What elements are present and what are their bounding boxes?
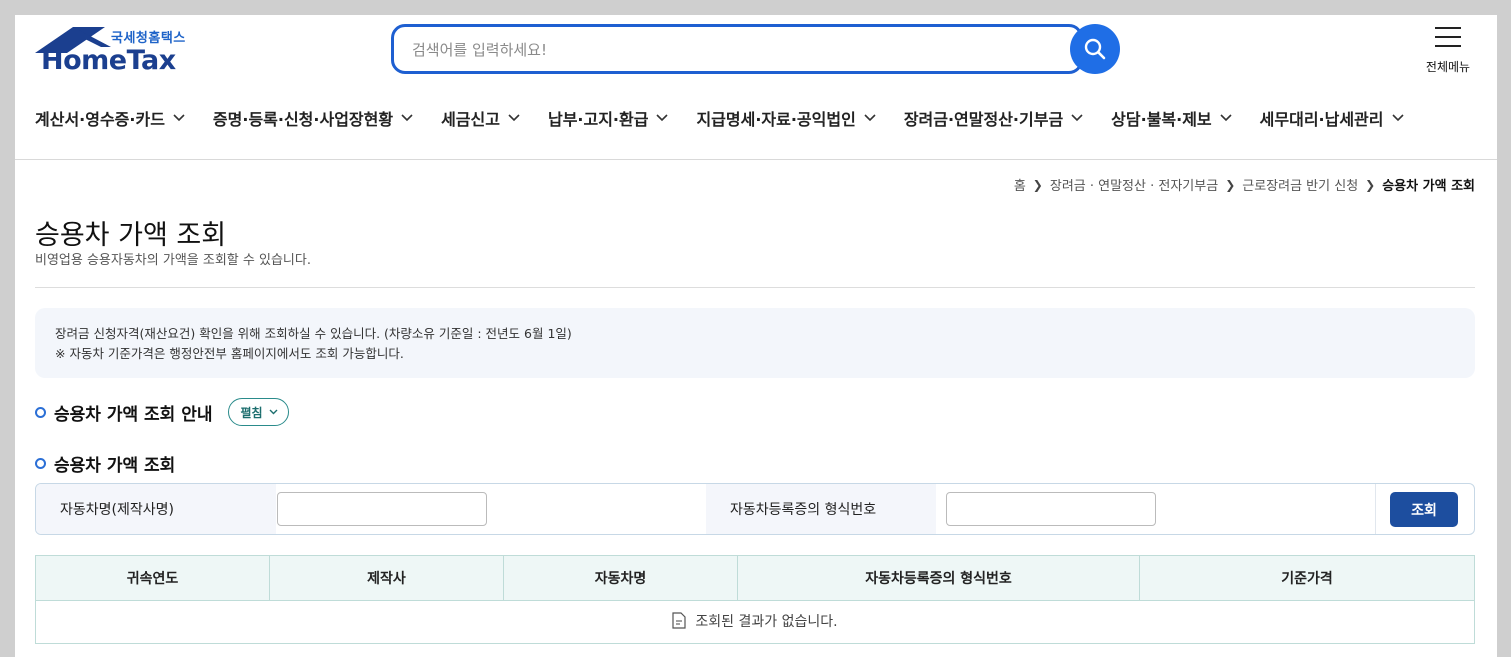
search-box (391, 24, 1083, 74)
section-bullet-icon (35, 406, 46, 418)
nav-item-receipts[interactable]: 계산서·영수증·카드 (35, 103, 185, 133)
search-form: 자동차명(제작사명) 자동차등록증의 형식번호 조회 (35, 483, 1475, 535)
chevron-right-icon: ❯ (1225, 177, 1236, 192)
nav-item-payment[interactable]: 납부·고지·환급 (547, 103, 669, 133)
hamburger-icon (1435, 27, 1461, 47)
col-base-price: 기준가격 (1139, 555, 1475, 601)
nav-item-label: 상담·불복·제보 (1111, 110, 1212, 129)
col-manufacturer: 제작사 (269, 555, 504, 601)
car-name-label: 자동차명(제작사명) (36, 484, 276, 534)
chevron-down-icon (1071, 114, 1083, 122)
hometax-page: 국세청홈택스 HomeTax 전체메뉴 계산서·영수증·카드 증명·등록· (15, 15, 1497, 657)
all-menu-label: 전체메뉴 (1425, 60, 1471, 74)
chevron-down-icon (173, 114, 185, 122)
search-section-title: 승용차 가액 조회 (54, 456, 176, 476)
empty-result: 조회된 결과가 없습니다. (672, 611, 838, 631)
hometax-logo[interactable]: 국세청홈택스 HomeTax (35, 25, 195, 77)
empty-result-cell: 조회된 결과가 없습니다. (35, 600, 1475, 644)
breadcrumb-home[interactable]: 홈 (1014, 175, 1026, 194)
table-row: 조회된 결과가 없습니다. (35, 600, 1475, 644)
expand-toggle-button[interactable]: 펼침 (227, 398, 289, 426)
query-button[interactable]: 조회 (1390, 492, 1458, 527)
nav-item-statements[interactable]: 지급명세·자료·공익법인 (696, 103, 876, 133)
document-icon (672, 612, 687, 629)
chevron-down-icon (1391, 114, 1404, 122)
nav-item-label: 계산서·영수증·카드 (35, 110, 165, 129)
nav-item-certificates[interactable]: 증명·등록·신청·사업장현황 (213, 103, 413, 133)
breadcrumb-current: 승용차 가액 조회 (1382, 179, 1475, 194)
chevron-down-icon (401, 114, 413, 122)
main-nav: 계산서·영수증·카드 증명·등록·신청·사업장현황 세금신고 납부·고지·환급 … (35, 103, 1485, 133)
nav-item-label: 세금신고 (441, 110, 500, 129)
nav-item-label: 납부·고지·환급 (547, 110, 649, 129)
all-menu-button[interactable]: 전체메뉴 (1420, 25, 1476, 77)
guide-section-title: 승용차 가액 조회 안내 (54, 404, 213, 425)
page-title: 승용차 가액 조회 (35, 220, 227, 251)
table-header-row: 귀속연도 제작사 자동차명 자동차등록증의 형식번호 기준가격 (35, 555, 1475, 601)
toggle-label: 펼침 (240, 405, 263, 420)
page-subtitle: 비영업용 승용자동차의 가액을 조회할 수 있습니다. (35, 253, 311, 268)
search-section-header: 승용차 가액 조회 (35, 451, 175, 476)
col-car-name: 자동차명 (503, 555, 738, 601)
chevron-right-icon: ❯ (1032, 177, 1043, 192)
chevron-down-icon (864, 114, 876, 122)
search-input[interactable] (412, 37, 1052, 63)
chevron-down-icon (508, 114, 520, 122)
chevron-right-icon: ❯ (1365, 177, 1376, 192)
notice-line: 장려금 신청자격(재산요건) 확인을 위해 조회하실 수 있습니다. (차량소유… (55, 326, 572, 341)
nav-item-incentives[interactable]: 장려금·연말정산·기부금 (904, 103, 1083, 133)
search-button[interactable] (1070, 24, 1120, 74)
nav-item-tax-filing[interactable]: 세금신고 (441, 103, 520, 133)
car-name-input[interactable] (277, 492, 487, 526)
nav-item-label: 지급명세·자료·공익법인 (696, 110, 856, 129)
column-divider (1375, 484, 1376, 534)
title-divider (35, 287, 1475, 288)
nav-item-agent[interactable]: 세무대리·납세관리 (1260, 103, 1404, 133)
logo-english-text: HomeTax (41, 45, 176, 76)
model-number-label: 자동차등록증의 형식번호 (706, 484, 936, 534)
guide-section-header: 승용차 가액 조회 안내 펼침 (35, 398, 289, 426)
col-model-number: 자동차등록증의 형식번호 (737, 555, 1140, 601)
nav-item-label: 세무대리·납세관리 (1259, 110, 1384, 129)
chevron-down-icon (656, 114, 669, 122)
model-number-input[interactable] (946, 492, 1156, 526)
nav-item-label: 증명·등록·신청·사업장현황 (212, 110, 394, 129)
notice-line: ※ 자동차 기준가격은 행정안전부 홈페이지에서도 조회 가능합니다. (55, 346, 404, 361)
results-table: 귀속연도 제작사 자동차명 자동차등록증의 형식번호 기준가격 조회된 결과가 … (35, 555, 1475, 644)
breadcrumb: 홈 ❯ 장려금 · 연말정산 · 전자기부금 ❯ 근로장려금 반기 신청 ❯ 승… (1014, 175, 1475, 195)
site-header: 국세청홈택스 HomeTax 전체메뉴 계산서·영수증·카드 증명·등록· (15, 15, 1497, 160)
chevron-down-icon (1220, 114, 1232, 122)
nav-item-consult[interactable]: 상담·불복·제보 (1111, 103, 1232, 133)
nav-item-label: 장려금·연말정산·기부금 (903, 110, 1064, 129)
logo-korean-text: 국세청홈택스 (111, 31, 186, 46)
notice-box: 장려금 신청자격(재산요건) 확인을 위해 조회하실 수 있습니다. (차량소유… (35, 308, 1475, 378)
section-bullet-icon (35, 458, 46, 469)
col-year: 귀속연도 (35, 555, 270, 601)
chevron-down-icon (269, 409, 278, 415)
breadcrumb-level2[interactable]: 근로장려금 반기 신청 (1242, 175, 1358, 194)
empty-message: 조회된 결과가 없습니다. (695, 613, 838, 630)
breadcrumb-level1[interactable]: 장려금 · 연말정산 · 전자기부금 (1050, 175, 1218, 194)
search-icon (1084, 38, 1106, 60)
